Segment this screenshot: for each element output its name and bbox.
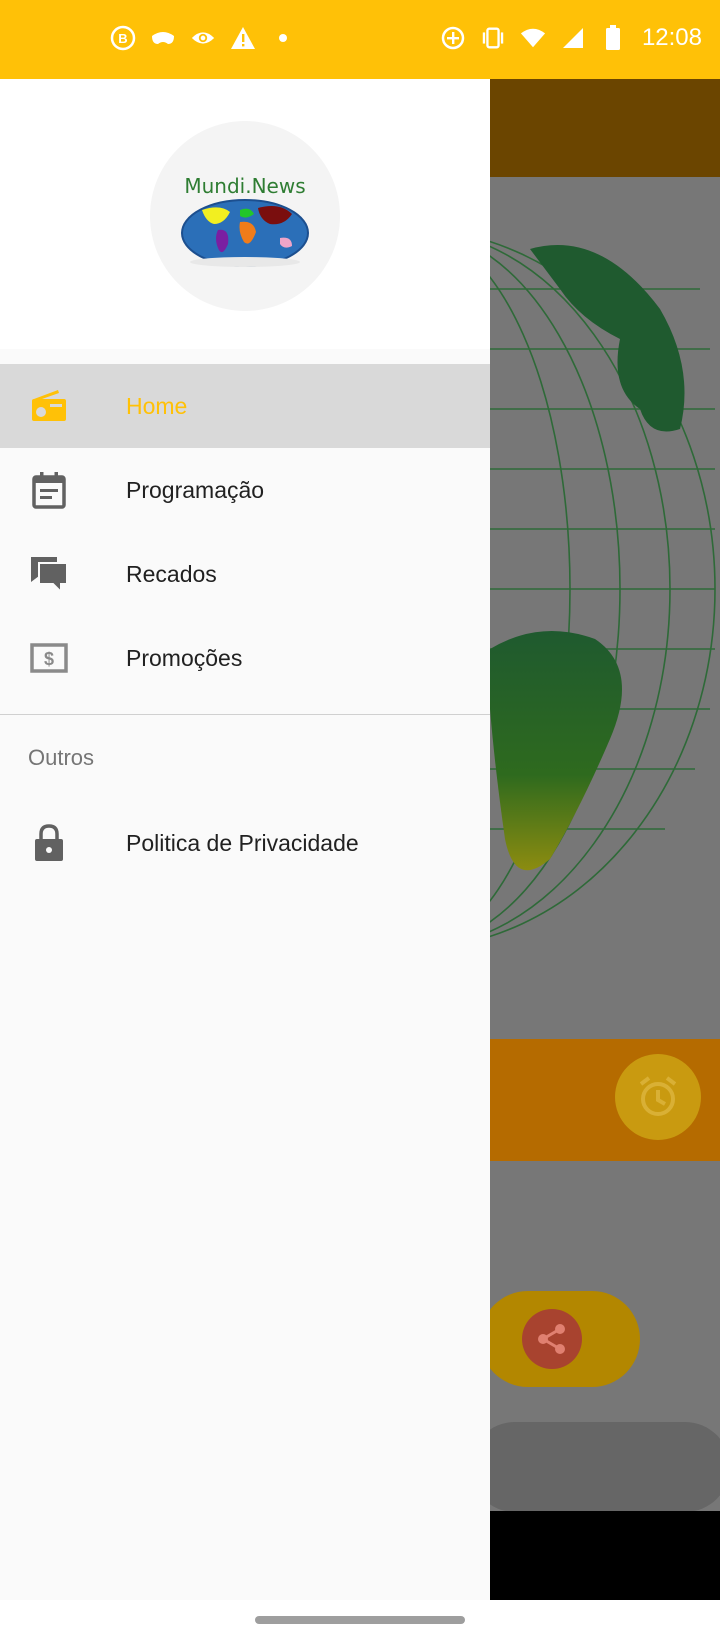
dot-icon [270,24,296,52]
logo-text: Mundi.News [184,174,306,198]
wifi-icon [520,24,546,52]
clock: 12:08 [641,24,702,51]
radio-icon [29,386,69,426]
calendar-icon [29,470,69,510]
section-title-label: Outros [28,745,95,770]
menu-item-label: Recados [126,560,217,587]
notification-icons: B [110,24,296,52]
menu-item-programacao[interactable]: Programação [0,448,490,532]
app-logo: Mundi.News [150,121,340,311]
eye-icon [190,24,216,52]
chat-icon [29,554,69,594]
menu-item-recados[interactable]: Recados [0,532,490,616]
system-icons: 12:08 [440,24,702,52]
background-app-content [490,79,720,1511]
globe-illustration [490,240,716,938]
drawer-menu: Home Programação Recados $ Promoções Out… [0,364,490,885]
data-saver-icon [440,24,466,52]
system-navigation-bar [0,1600,720,1640]
warning-icon [230,24,256,52]
menu-item-promocoes[interactable]: $ Promoções [0,616,490,700]
battery-icon [600,24,626,52]
menu-item-label: Programação [126,476,265,503]
svg-text:B: B [118,31,127,46]
navigation-drawer: Mundi.News Home Programação Recados $ Pr… [0,79,490,1600]
lock-icon [29,823,69,863]
mask-icon [150,24,176,52]
background-bottom-area [490,1511,720,1600]
signal-icon [560,24,586,52]
menu-item-label: Home [126,392,188,419]
background-bottom-pill [490,1422,720,1511]
menu-item-privacy-policy[interactable]: Politica de Privacidade [0,801,490,885]
svg-text:$: $ [44,649,54,669]
status-bar: B 12:08 [0,0,720,79]
b-badge-icon: B [110,24,136,52]
section-title-outros: Outros [0,715,490,801]
alarm-icon [615,1054,701,1140]
menu-item-label: Promoções [126,644,243,671]
money-icon: $ [29,638,69,678]
background-toolbar [490,79,720,177]
world-map-logo-icon [181,199,309,267]
home-gesture-handle[interactable] [255,1616,465,1624]
menu-item-label: Politica de Privacidade [126,829,359,856]
drawer-header: Mundi.News [0,79,490,349]
vibrate-icon [480,24,506,52]
share-icon [522,1309,582,1369]
menu-item-home[interactable]: Home [0,364,490,448]
